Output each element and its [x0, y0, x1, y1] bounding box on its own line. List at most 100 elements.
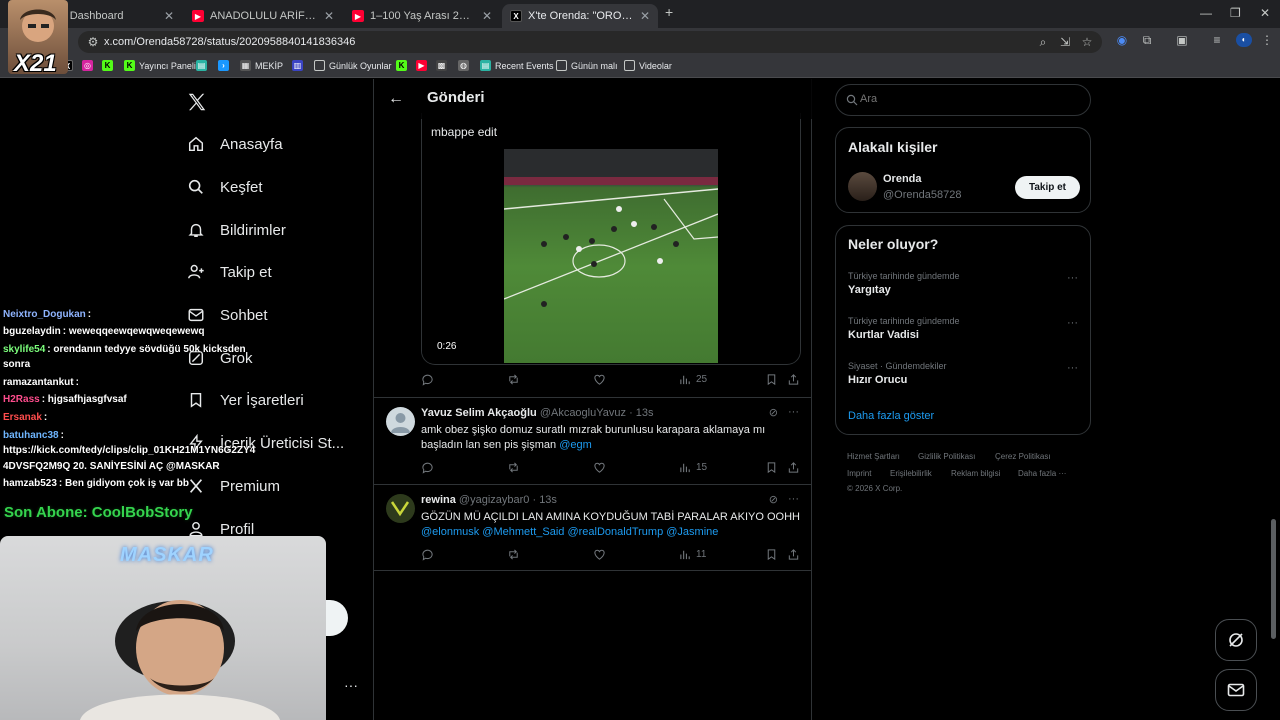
video-player[interactable]: 0:26 — [422, 149, 800, 363]
footer-link[interactable]: Daha fazla ··· — [1018, 469, 1066, 478]
trend-name[interactable]: Kurtlar Vadisi — [848, 329, 919, 341]
menu-icon[interactable]: ⋮ — [1260, 33, 1274, 47]
nav-premium[interactable]: Premium — [186, 476, 280, 496]
footer-link[interactable]: Reklam bilgisi — [951, 469, 1000, 478]
nav-explore[interactable]: Keşfet — [186, 177, 263, 197]
trend-name[interactable]: Hızır Orucu — [848, 374, 907, 386]
reply-author-handle[interactable]: @yagizaybar0 — [459, 494, 529, 506]
bookmark-yayinci-paneli[interactable]: K Yayıncı Paneli — [124, 60, 196, 71]
more-icon[interactable]: ··· — [788, 493, 799, 506]
footer-link[interactable]: Hizmet Şartları — [847, 452, 900, 461]
reply-icon[interactable] — [421, 461, 434, 474]
repost-icon[interactable] — [507, 548, 520, 561]
repost-icon[interactable] — [507, 461, 520, 474]
search-input[interactable] — [860, 93, 1060, 105]
views-stat[interactable]: 15 — [679, 461, 707, 474]
repost-icon[interactable] — [507, 373, 520, 386]
nav-notifications[interactable]: Bildirimler — [186, 220, 286, 240]
mention-link[interactable]: @egm — [559, 439, 592, 451]
nav-home[interactable]: Anasayfa — [186, 134, 283, 154]
reply-author-name[interactable]: rewina — [421, 494, 456, 506]
account-more-icon[interactable]: ··· — [344, 677, 358, 693]
avatar[interactable] — [848, 172, 877, 201]
share-icon[interactable] — [787, 548, 800, 561]
footer-link[interactable]: Erişilebilirlik — [890, 469, 932, 478]
mention-links[interactable]: @elonmusk @Mehmett_Said @realDonaldTrump… — [421, 525, 801, 540]
reply-post[interactable]: rewina @yagizaybar0 · 13s ⊘ ··· GÖZÜN MÜ… — [374, 484, 811, 571]
more-icon[interactable]: ··· — [788, 406, 799, 419]
bookmark-prime-icon[interactable]: › — [218, 60, 229, 71]
follow-button[interactable]: Takip et — [1015, 176, 1080, 199]
restore-icon[interactable]: ❐ — [1230, 6, 1241, 20]
extension-icon[interactable]: ◉ — [1115, 33, 1129, 47]
like-icon[interactable] — [593, 461, 606, 474]
views-stat[interactable]: 11 — [679, 548, 706, 561]
zoom-icon[interactable]: ⌕ — [1036, 35, 1050, 49]
more-icon[interactable]: ··· — [1067, 362, 1078, 374]
bookmark-gunun-mali[interactable]: Günün malı — [556, 60, 618, 71]
back-arrow-icon[interactable]: ← — [388, 90, 404, 108]
grok-fab[interactable] — [1215, 619, 1257, 661]
close-icon[interactable]: ✕ — [640, 9, 650, 23]
bookmark-instagram-icon[interactable]: ◎ — [82, 60, 93, 71]
footer-link[interactable]: Gizlilik Politikası — [918, 452, 975, 461]
site-info-icon[interactable]: ⚙ — [86, 35, 100, 49]
x-logo-icon[interactable] — [186, 91, 208, 113]
close-icon[interactable]: ✕ — [164, 9, 174, 23]
reply-time[interactable]: · 13s — [532, 494, 556, 506]
reply-post[interactable]: Yavuz Selim Akçaoğlu @AkcaogluYavuz · 13… — [374, 397, 811, 484]
browser-tab[interactable]: ▶ ANADOLULU ARİF | Madara Ol ✕ — [184, 4, 342, 28]
bookmark-youtube-icon[interactable]: ▶ — [416, 60, 427, 71]
avatar[interactable] — [386, 407, 415, 436]
footer-link[interactable]: Çerez Politikası — [995, 452, 1051, 461]
more-icon[interactable]: ··· — [1067, 317, 1078, 329]
trend-name[interactable]: Yargıtay — [848, 284, 891, 296]
bookmark-app-icon[interactable]: ◍ — [458, 60, 469, 71]
profile-avatar-icon[interactable]: ◐ — [1236, 33, 1252, 47]
media-icon[interactable]: ≡ — [1210, 33, 1224, 47]
reply-time[interactable]: · 13s — [629, 407, 653, 419]
nav-messages[interactable]: Sohbet — [186, 305, 268, 325]
grok-icon[interactable]: ⊘ — [769, 406, 778, 419]
messages-fab[interactable] — [1215, 669, 1257, 711]
like-icon[interactable] — [593, 373, 606, 386]
search-bar[interactable] — [835, 84, 1091, 116]
bookmark-videolar[interactable]: Videolar — [624, 60, 672, 71]
bookmark-app-icon[interactable]: ▥ — [292, 60, 303, 71]
reply-icon[interactable] — [421, 548, 434, 561]
extensions-puzzle-icon[interactable]: ⧉ — [1140, 33, 1154, 47]
star-icon[interactable]: ☆ — [1080, 35, 1094, 49]
grok-icon[interactable]: ⊘ — [769, 493, 778, 506]
scrollbar[interactable] — [1271, 519, 1276, 639]
reply-author-name[interactable]: Yavuz Selim Akçaoğlu — [421, 407, 537, 419]
views-stat[interactable]: 25 — [679, 373, 707, 386]
related-name[interactable]: Orenda — [883, 173, 922, 185]
nav-bookmarks[interactable]: Yer İşaretleri — [186, 390, 304, 410]
sidebar-icon[interactable]: ▣ — [1175, 33, 1189, 47]
new-tab-button[interactable]: + — [665, 4, 673, 20]
reply-author-handle[interactable]: @AkcaogluYavuz — [540, 407, 626, 419]
bookmark-mekip[interactable]: ▦ MEKİP — [240, 60, 283, 71]
show-more-link[interactable]: Daha fazla göster — [848, 410, 934, 422]
bookmark-app-icon[interactable]: ▤ — [196, 60, 207, 71]
like-icon[interactable] — [593, 548, 606, 561]
bookmark-kick-icon[interactable]: K — [396, 60, 407, 71]
bookmark-game-icon[interactable]: ▩ — [436, 60, 447, 71]
reply-icon[interactable] — [421, 373, 434, 386]
avatar[interactable] — [386, 494, 415, 523]
window-close-icon[interactable]: ✕ — [1260, 6, 1270, 20]
more-icon[interactable]: ··· — [1067, 272, 1078, 284]
close-icon[interactable]: ✕ — [324, 9, 334, 23]
share-icon[interactable] — [787, 373, 800, 386]
share-icon[interactable] — [787, 461, 800, 474]
minimize-icon[interactable]: — — [1200, 6, 1212, 20]
bookmark-icon[interactable] — [765, 373, 778, 386]
bookmark-recent-events[interactable]: ▤ Recent Events — [480, 60, 554, 71]
quoted-post[interactable]: mbappe edit 0:26 — [421, 113, 801, 365]
nav-follow[interactable]: Takip et — [186, 262, 272, 282]
bookmark-gunluk-oyunlar[interactable]: Günlük Oyunlar — [314, 60, 392, 71]
install-icon[interactable]: ⇲ — [1058, 35, 1072, 49]
bookmark-icon[interactable] — [765, 548, 778, 561]
browser-tab-active[interactable]: X X'te Orenda: "OROSPU COCUĞ ✕ — [502, 4, 658, 28]
url-text[interactable]: x.com/Orenda58728/status/202095884014183… — [104, 36, 355, 48]
